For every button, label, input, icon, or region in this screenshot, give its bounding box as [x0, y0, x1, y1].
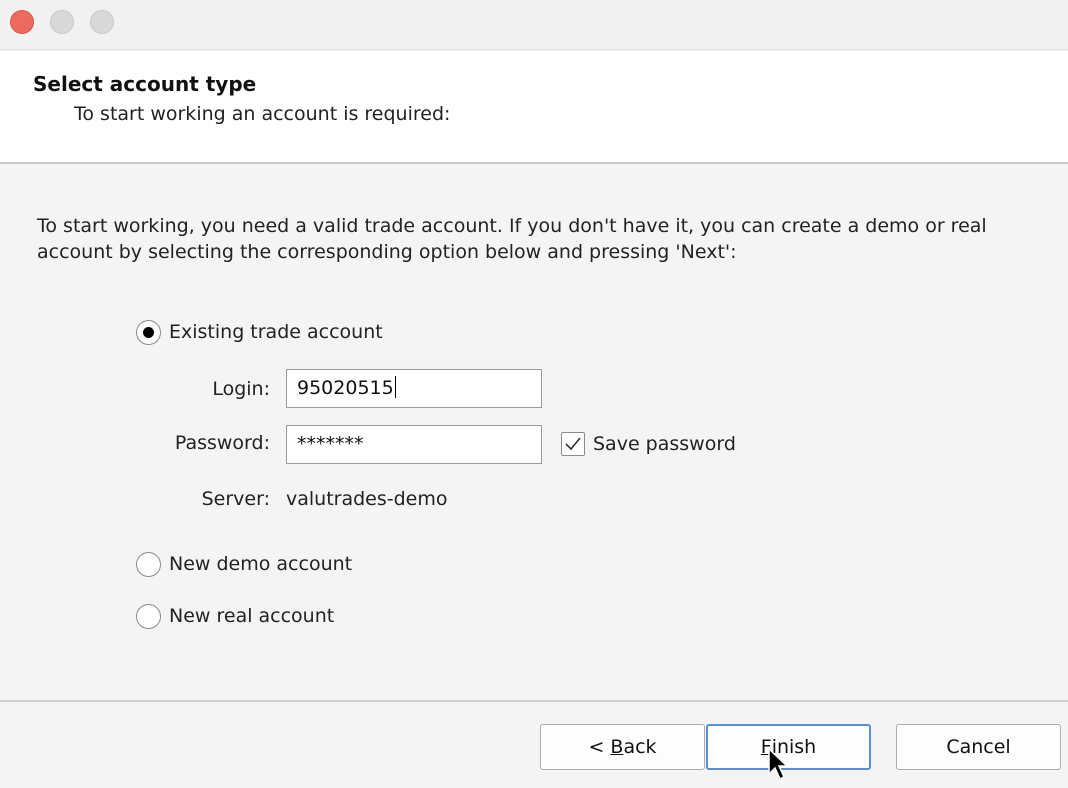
text-caret	[394, 376, 396, 398]
password-input[interactable]: *******	[286, 425, 542, 464]
maximize-window-button[interactable]	[90, 10, 114, 34]
page-title: Select account type	[33, 72, 257, 96]
option-real-account[interactable]: New real account	[136, 603, 334, 629]
login-value: 95020515	[297, 377, 394, 399]
login-label: Login:	[212, 378, 270, 400]
demo-account-radio[interactable]	[136, 551, 161, 577]
option-demo-account[interactable]: New demo account	[136, 551, 352, 577]
close-window-button[interactable]	[10, 10, 34, 34]
save-password-checkbox[interactable]	[561, 432, 585, 456]
save-password-label: Save password	[593, 433, 736, 455]
save-password-option[interactable]: Save password	[561, 431, 736, 457]
back-prefix: <	[588, 736, 611, 758]
existing-account-radio[interactable]	[136, 319, 161, 345]
demo-account-label: New demo account	[169, 553, 353, 575]
real-account-radio[interactable]	[136, 603, 161, 629]
intro-text: To start working, you need a valid trade…	[37, 215, 987, 263]
password-label: Password:	[174, 432, 270, 454]
page-subtitle: To start working an account is required:	[74, 103, 451, 125]
back-label-rest: ack	[623, 736, 657, 758]
minimize-window-button[interactable]	[50, 10, 74, 34]
footer-divider	[0, 700, 1068, 702]
mouse-pointer-icon	[768, 748, 789, 781]
server-value: valutrades-demo	[286, 488, 448, 510]
title-bar	[0, 0, 1068, 50]
checkmark-icon	[565, 437, 581, 451]
option-existing-account[interactable]: Existing trade account	[136, 319, 383, 345]
back-button[interactable]: < Back	[540, 724, 705, 770]
server-label: Server:	[201, 488, 270, 510]
existing-account-label: Existing trade account	[169, 321, 383, 343]
real-account-label: New real account	[169, 605, 335, 627]
wizard-header: Select account type To start working an …	[0, 51, 1068, 164]
back-mnemonic: B	[610, 736, 624, 758]
password-value: *******	[297, 433, 364, 455]
cancel-button[interactable]: Cancel	[896, 724, 1061, 770]
login-input[interactable]: 95020515	[286, 369, 542, 408]
